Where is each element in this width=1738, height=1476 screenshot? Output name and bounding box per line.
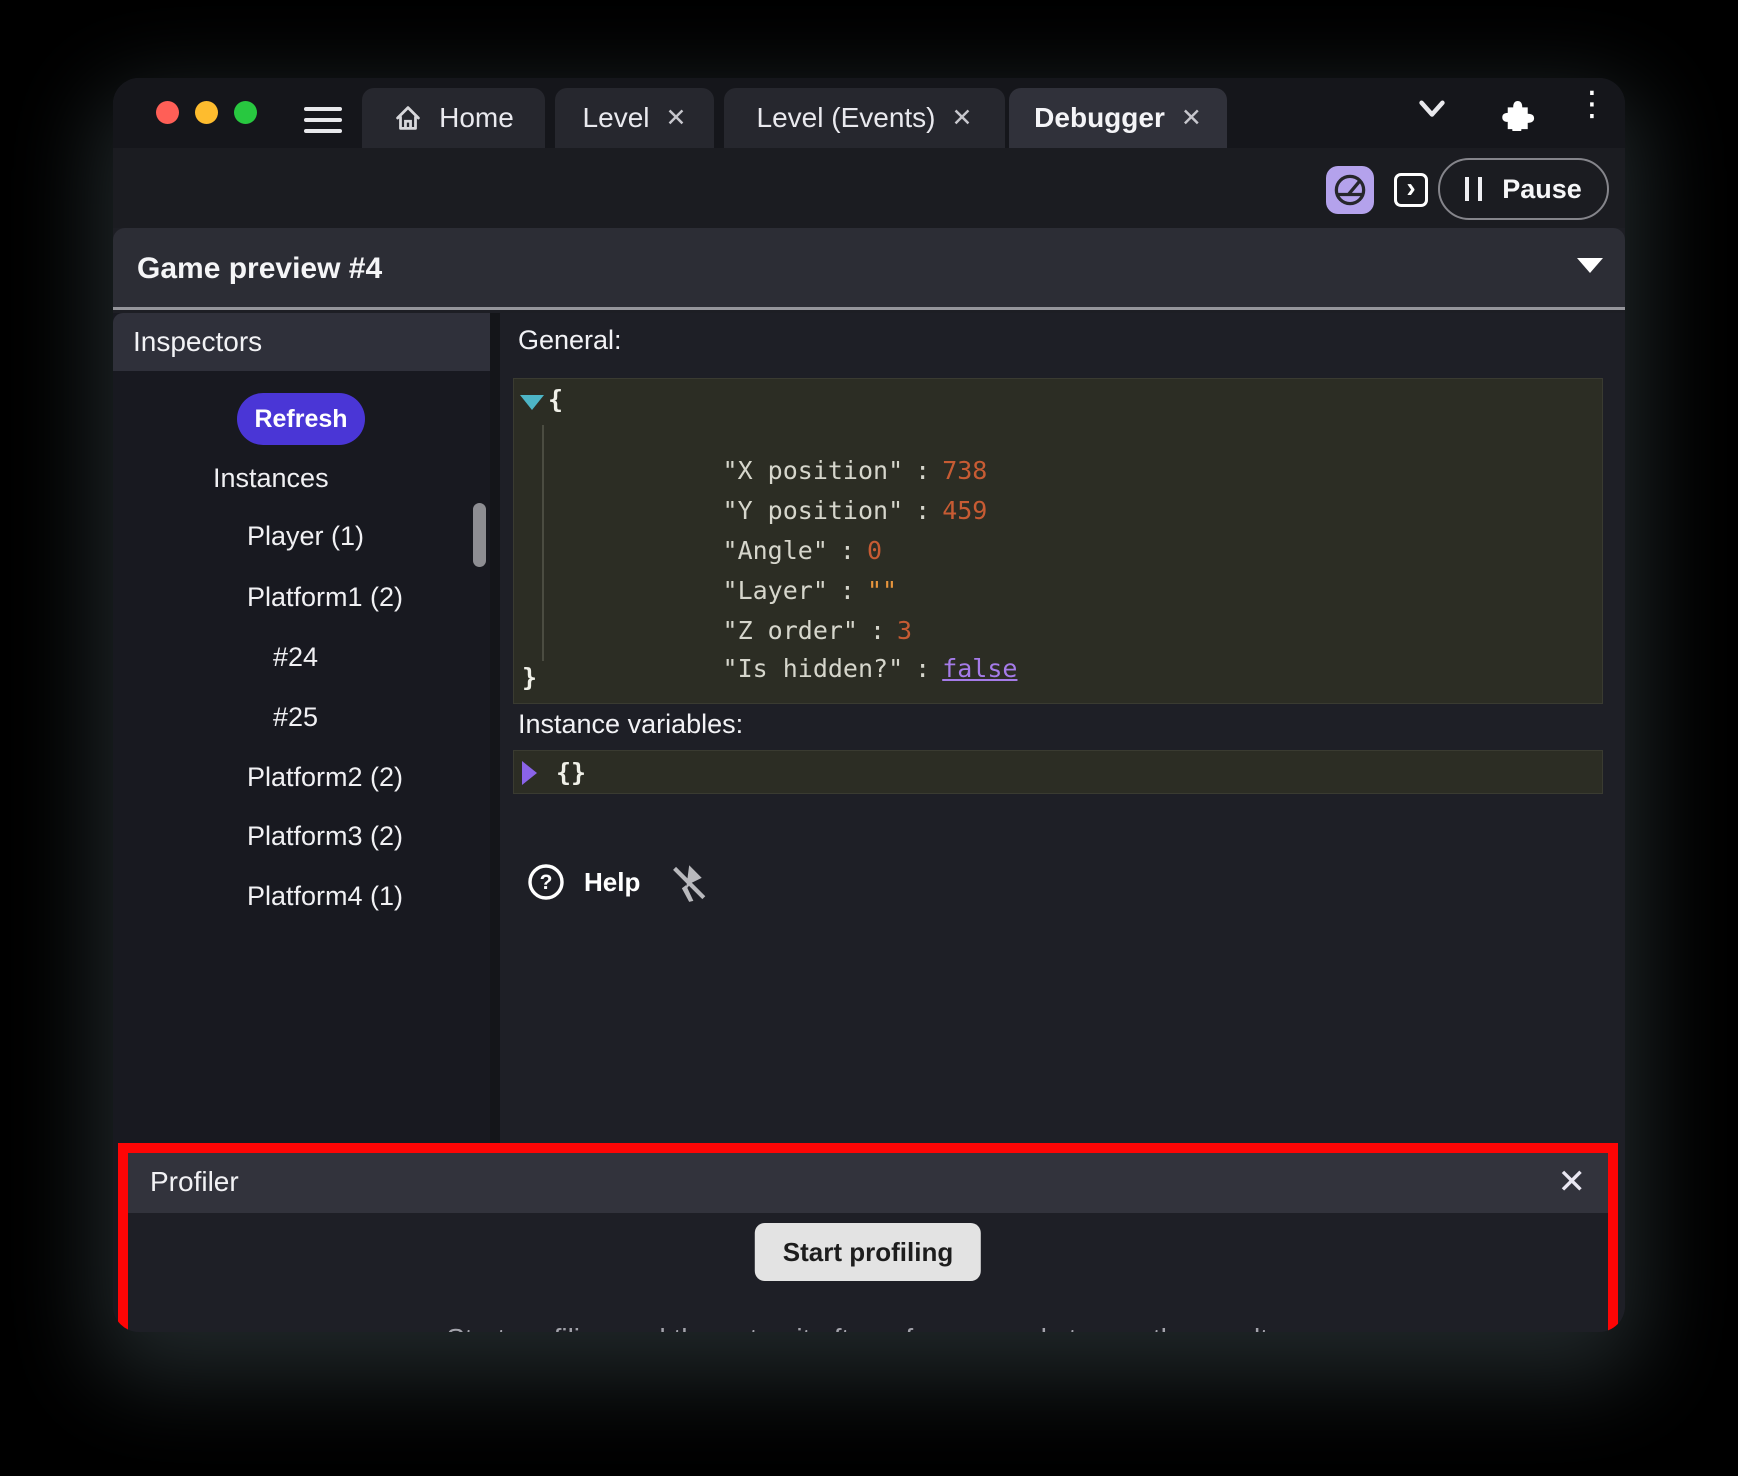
expand-triangle-icon[interactable] — [522, 761, 537, 785]
window-close-button[interactable] — [156, 101, 179, 124]
json-row-layer: "Layer":"" — [572, 547, 897, 583]
json-row-angle: "Angle":0 — [572, 507, 882, 543]
pause-button[interactable]: Pause — [1438, 158, 1609, 220]
extensions-puzzle-icon[interactable] — [1495, 91, 1535, 131]
pause-icon — [1465, 177, 1482, 201]
json-row-z-order: "Z order":3 — [572, 587, 912, 623]
general-section-label: General: — [518, 325, 622, 356]
profiler-hint-text: Start profiling and then stop it after a… — [128, 1323, 1608, 1332]
tree-item-platform4[interactable]: Platform4 (1) — [247, 881, 403, 912]
svg-text:?: ? — [540, 871, 553, 894]
json-close-brace: } — [522, 663, 537, 692]
collapse-triangle-icon[interactable] — [520, 395, 544, 410]
debugger-toolbar: Pause — [113, 148, 1625, 228]
window-zoom-button[interactable] — [234, 101, 257, 124]
tree-item-instances[interactable]: Instances — [213, 463, 329, 494]
general-json-view: { "X position":738 "Y position":459 "Ang… — [513, 378, 1603, 704]
tab-level[interactable]: Level — [555, 88, 714, 148]
json-row-is-hidden: "Is hidden?":false — [572, 625, 1017, 661]
close-icon[interactable] — [952, 106, 973, 131]
tree-item-platform2[interactable]: Platform2 (2) — [247, 762, 403, 793]
tree-item-instance-24[interactable]: #24 — [273, 642, 318, 673]
window-minimize-button[interactable] — [195, 101, 218, 124]
variables-empty-object: {} — [556, 758, 586, 787]
tab-label: Level (Events) — [757, 102, 936, 134]
instance-variables-label: Instance variables: — [518, 709, 743, 740]
tree-item-platform3[interactable]: Platform3 (2) — [247, 821, 403, 852]
profiler-panel: Profiler Start profiling Start profiling… — [118, 1143, 1618, 1332]
chevron-down-icon[interactable] — [1415, 91, 1449, 125]
debugger-content: Inspectors Refresh Instances Player (1) … — [113, 313, 1625, 1332]
menu-bar — [304, 129, 342, 133]
title-bar: Home Level Level (Events) Debugger ⋮ — [113, 78, 1625, 148]
json-value: false — [942, 654, 1017, 683]
json-row-y-position: "Y position":459 — [572, 467, 987, 503]
tab-debugger[interactable]: Debugger — [1009, 88, 1227, 148]
app-window: Home Level Level (Events) Debugger ⋮ — [113, 78, 1625, 1332]
home-icon — [393, 103, 423, 133]
sidebar-scrollbar-thumb[interactable] — [473, 503, 486, 567]
indent-guide-line — [542, 425, 544, 661]
game-preview-title: Game preview #4 — [137, 252, 382, 286]
start-profiling-button[interactable]: Start profiling — [755, 1223, 981, 1281]
tab-label: Home — [439, 102, 514, 134]
instance-variables-json-view: {} — [513, 750, 1603, 794]
menu-bar — [304, 107, 342, 111]
close-icon[interactable] — [665, 106, 686, 131]
close-icon[interactable] — [1181, 106, 1202, 131]
unpin-icon[interactable] — [662, 859, 708, 905]
game-preview-selector[interactable]: Game preview #4 — [113, 228, 1625, 310]
json-row-x-position: "X position":738 — [572, 427, 987, 463]
help-circle-icon: ? — [526, 862, 566, 902]
tree-item-player[interactable]: Player (1) — [247, 521, 364, 552]
help-button[interactable]: ? Help — [526, 862, 640, 902]
profiler-title: Profiler — [150, 1166, 239, 1198]
inspectors-header: Inspectors — [113, 313, 490, 371]
panel-footer: ? Help — [526, 859, 708, 905]
caret-down-icon[interactable] — [1577, 258, 1603, 273]
help-label: Help — [584, 867, 640, 898]
profiler-toggle-button[interactable] — [1326, 166, 1374, 214]
json-value: 459 — [942, 496, 987, 525]
tab-level-events[interactable]: Level (Events) — [724, 88, 1005, 148]
tab-label: Debugger — [1034, 102, 1165, 134]
console-button[interactable] — [1394, 173, 1428, 207]
refresh-button[interactable]: Refresh — [237, 393, 365, 445]
close-icon[interactable] — [1558, 1162, 1587, 1202]
tree-item-instance-25[interactable]: #25 — [273, 702, 318, 733]
tab-label: Level — [583, 102, 650, 134]
menu-icon[interactable] — [304, 107, 342, 134]
tab-home[interactable]: Home — [362, 88, 545, 148]
gauge-icon — [1330, 170, 1370, 210]
json-open-brace: { — [548, 385, 563, 414]
profiler-header: Profiler — [128, 1153, 1608, 1213]
menu-bar — [304, 118, 342, 122]
kebab-menu-icon[interactable]: ⋮ — [1575, 86, 1601, 122]
pause-label: Pause — [1502, 174, 1582, 205]
tree-item-platform1[interactable]: Platform1 (2) — [247, 582, 403, 613]
